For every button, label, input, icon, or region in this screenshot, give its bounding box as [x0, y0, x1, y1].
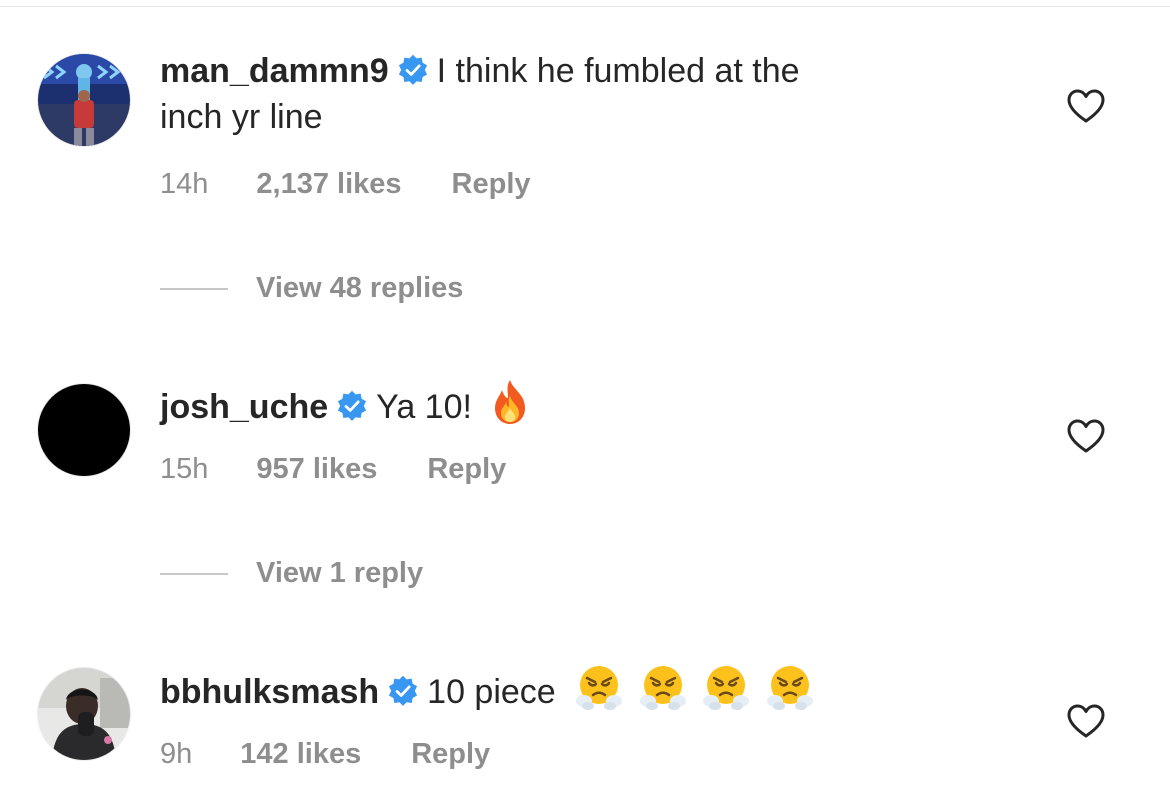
- face-with-steam-from-nose-icon: [703, 666, 750, 710]
- view-replies-label: View 48 replies: [256, 272, 464, 304]
- avatar[interactable]: [38, 668, 130, 760]
- reply-button[interactable]: Reply: [411, 736, 490, 772]
- avatar[interactable]: [38, 54, 130, 146]
- comment-meta: 15h 957 likes Reply: [160, 451, 506, 487]
- view-replies-button[interactable]: View 1 reply: [160, 557, 423, 597]
- verified-badge-icon: [338, 390, 367, 421]
- comment-text: bbhulksmash 10 piece: [160, 663, 960, 715]
- avatar[interactable]: [38, 384, 130, 476]
- comment-body: 10 piece: [427, 673, 556, 711]
- heart-icon[interactable]: [1066, 418, 1106, 454]
- comment-timestamp[interactable]: 14h: [160, 166, 208, 202]
- comment-meta: 9h 142 likes Reply: [160, 736, 490, 772]
- avatar-photo-icon: [38, 668, 130, 760]
- comment-text: man_dammn9 I think he fumbled at the inc…: [160, 48, 960, 140]
- face-with-steam-from-nose-icon: [576, 666, 623, 710]
- avatar-photo-icon: [38, 384, 130, 476]
- comment-username[interactable]: bbhulksmash: [160, 673, 379, 711]
- view-replies-line: [160, 287, 228, 290]
- comment-body: I think he fumbled at the: [436, 52, 800, 90]
- comment-username[interactable]: man_dammn9: [160, 52, 389, 90]
- reply-button[interactable]: Reply: [427, 451, 506, 487]
- comment-like-count[interactable]: 957 likes: [256, 451, 377, 487]
- comment-meta: 14h 2,137 likes Reply: [160, 166, 531, 202]
- top-divider: [0, 6, 1170, 7]
- reply-button[interactable]: Reply: [452, 166, 531, 202]
- comment-like-count[interactable]: 142 likes: [240, 736, 361, 772]
- heart-icon[interactable]: [1066, 88, 1106, 124]
- verified-badge-icon: [389, 675, 418, 706]
- comment-username[interactable]: josh_uche: [160, 388, 328, 426]
- avatar-photo-icon: [38, 54, 130, 146]
- fire-emoji-icon: [495, 380, 526, 424]
- comment-body-continued: inch yr line: [160, 98, 323, 136]
- face-with-steam-from-nose-icon: [639, 666, 686, 710]
- comment-timestamp[interactable]: 9h: [160, 736, 192, 772]
- view-replies-line: [160, 572, 228, 575]
- comment-like-count[interactable]: 2,137 likes: [256, 166, 401, 202]
- comment-body: Ya 10!: [376, 388, 472, 426]
- steam-face-emoji-group: [575, 666, 813, 711]
- comment-timestamp[interactable]: 15h: [160, 451, 208, 487]
- view-replies-button[interactable]: View 48 replies: [160, 272, 463, 312]
- face-with-steam-from-nose-icon: [766, 666, 813, 710]
- view-replies-label: View 1 reply: [256, 557, 424, 589]
- comment-text: josh_uche Ya 10!: [160, 378, 960, 430]
- heart-icon[interactable]: [1066, 703, 1106, 739]
- verified-badge-icon: [398, 54, 427, 85]
